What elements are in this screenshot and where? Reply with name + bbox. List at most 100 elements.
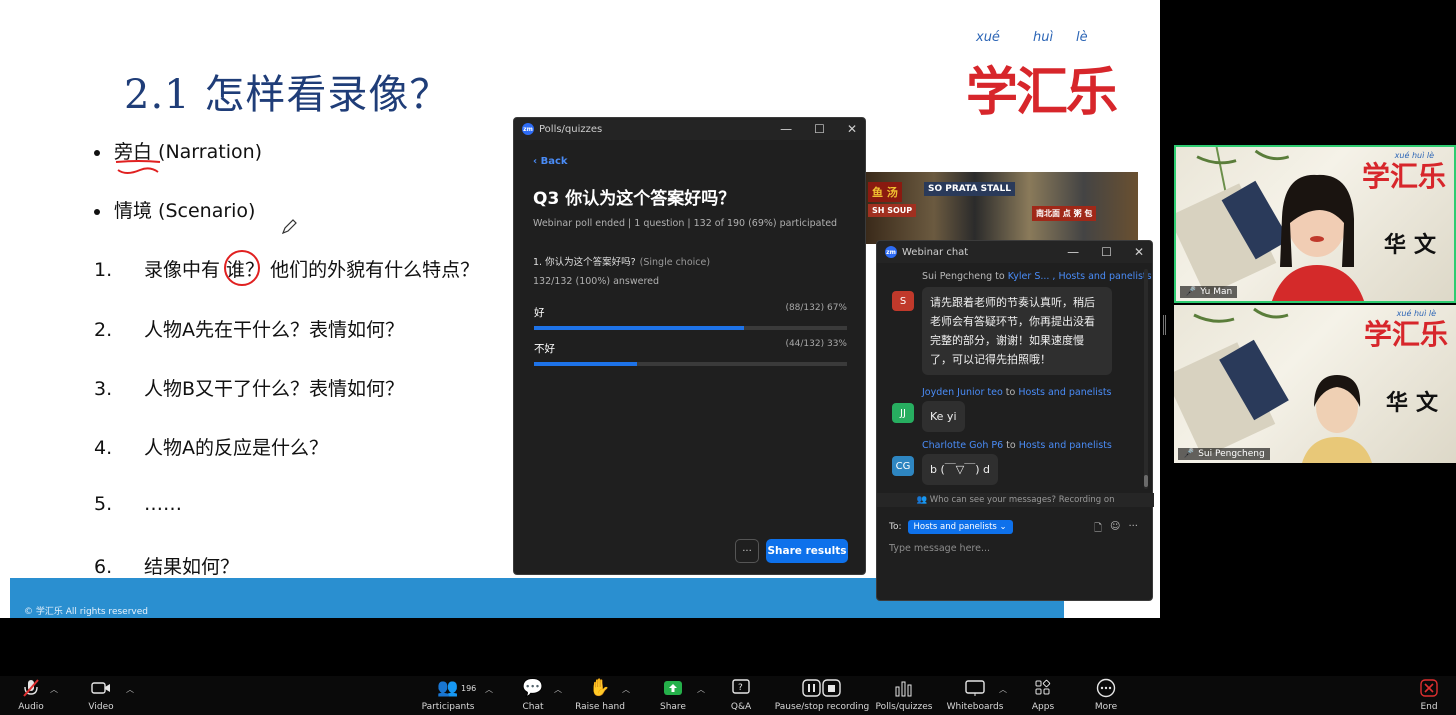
message-bubble: Ke yi — [922, 401, 965, 432]
video-tile-yu-man[interactable]: xué huì lè 学汇乐 华文 🎤 Yu Man — [1174, 145, 1456, 303]
to-word: to — [1006, 440, 1016, 451]
polls-quizzes-window: zm Polls/quizzes — ☐ ✕ ‹ Back Q3 你认为这个答案… — [513, 117, 866, 575]
file-icon[interactable]: 🗋 — [1094, 521, 1102, 538]
qa-button[interactable]: ? Q&A — [726, 676, 756, 715]
option-bar-track — [534, 326, 847, 330]
mic-muted-icon: 🎤 — [1183, 449, 1195, 459]
recording-controls-icon — [802, 676, 842, 700]
share-button[interactable]: Share — [658, 676, 688, 715]
tile-banner: 华文 — [1383, 232, 1444, 258]
bullet-scenario: 情境 (Scenario) — [94, 196, 255, 223]
mic-on-icon: 🎤 — [1185, 287, 1197, 297]
toolbar-label: Chat — [522, 702, 544, 712]
poll-meta: Webinar poll ended | 1 question | 132 of… — [533, 218, 838, 229]
apps-icon — [1034, 676, 1052, 700]
slide-item-4: 4. 人物A的反应是什么？ — [94, 433, 328, 460]
item-text: 人物A先在干什么？表情如何？ — [144, 319, 404, 341]
toolbar-label: Share — [660, 702, 686, 712]
slide-item-1: 1. 录像中有 谁？ 他们的外貌有什么特点？ — [94, 255, 504, 282]
message-header: Sui Pengcheng to Kyler S... , Hosts and … — [922, 271, 1152, 282]
slide-title: 2.1 怎样看录像？ — [124, 72, 451, 118]
option-label: 好 — [534, 307, 545, 319]
sender-name: Charlotte Goh P6 — [922, 440, 1004, 451]
toolbar-label: Whiteboards — [946, 702, 1004, 712]
people-icon: 👥 — [916, 495, 930, 505]
apps-button[interactable]: Apps — [1028, 676, 1058, 715]
polls-titlebar: zm Polls/quizzes — ☐ ✕ — [514, 118, 865, 140]
svg-text:?: ? — [738, 683, 743, 693]
chat-scrollbar[interactable] — [1144, 269, 1148, 489]
recipient-dropdown[interactable]: Hosts and panelists ⌄ — [907, 520, 1013, 534]
option-bar-fill — [534, 326, 744, 330]
poll-title: Q3 你认为这个答案好吗？ — [533, 189, 736, 209]
end-button[interactable]: End — [1414, 676, 1444, 715]
whiteboard-icon — [965, 676, 985, 700]
presenter-video — [1272, 174, 1364, 301]
whiteboards-button[interactable]: Whiteboards — [947, 676, 1003, 715]
item-text: 录像中有 谁？ 他们的外貌有什么特点？ — [144, 259, 480, 281]
audio-button[interactable]: Audio — [14, 676, 48, 715]
more-dots-icon — [1096, 676, 1116, 700]
video-camera-icon — [91, 676, 111, 700]
chevron-left-icon: ‹ — [533, 156, 541, 167]
toolbar-label: More — [1094, 702, 1118, 712]
pause-stop-recording-button[interactable]: Pause/stop recording — [775, 676, 869, 715]
toolbar-label: Audio — [18, 702, 44, 712]
video-button[interactable]: Video — [86, 676, 116, 715]
participants-count: 196 — [461, 684, 477, 693]
toolbar-label: Q&A — [730, 702, 752, 712]
chevron-up-icon[interactable]: ︿ — [50, 684, 58, 695]
chat-window-title: Webinar chat — [902, 246, 969, 258]
message-header: Joyden Junior teo to Hosts and panelists — [922, 387, 1112, 398]
avatar: S — [892, 291, 914, 311]
chevron-up-icon[interactable]: ︿ — [126, 684, 134, 695]
red-underline-annotation — [115, 160, 161, 174]
toolbar-label: Raise hand — [575, 702, 625, 712]
zoom-webinar-window: 2.1 怎样看录像？ xué huì lè 学汇乐 旁白 (Narration)… — [0, 0, 1456, 715]
chevron-up-icon[interactable]: ︿ — [697, 684, 705, 695]
mic-muted-icon — [22, 676, 40, 700]
maximize-icon[interactable]: ☐ — [1101, 245, 1112, 259]
participant-name: Sui Pengcheng — [1198, 449, 1265, 459]
more-options-button[interactable]: ··· — [735, 539, 759, 563]
toolbar-label: Apps — [1031, 702, 1055, 712]
bar-chart-icon — [894, 676, 914, 700]
recording-notice[interactable]: 👥 Who can see your messages? Recording o… — [877, 493, 1154, 507]
chat-message-input[interactable]: Type message here... — [889, 543, 990, 554]
polls-window-title: Polls/quizzes — [539, 123, 603, 135]
item-text: 人物A的反应是什么？ — [144, 437, 328, 459]
item-number: 3. — [94, 378, 113, 400]
hawker-stall-photo: 鱼 汤 SO PRATA STALL SH SOUP 南北面 点 粥 包 — [866, 172, 1138, 244]
close-icon[interactable]: ✕ — [847, 122, 857, 136]
back-label: Back — [540, 156, 568, 167]
chevron-up-icon[interactable]: ︿ — [999, 684, 1007, 695]
chevron-up-icon[interactable]: ︿ — [485, 684, 493, 695]
minimize-icon[interactable]: — — [780, 122, 792, 136]
raise-hand-button[interactable]: ✋ Raise hand — [575, 676, 625, 715]
participants-button[interactable]: 👥 Participants — [422, 676, 475, 715]
polls-quizzes-button[interactable]: Polls/quizzes — [876, 676, 932, 715]
share-results-button[interactable]: Share results — [766, 539, 848, 563]
chat-bubble-icon: 💬 — [522, 678, 544, 698]
more-icon[interactable]: ··· — [1128, 521, 1138, 538]
participant-name: Yu Man — [1200, 287, 1233, 297]
scrollbar-thumb[interactable] — [1144, 475, 1148, 487]
question-text: 1. 你认为这个答案好吗? — [533, 257, 636, 268]
close-icon[interactable]: ✕ — [1134, 245, 1144, 259]
back-button[interactable]: ‹ Back — [533, 156, 568, 167]
resize-grip[interactable] — [1163, 315, 1166, 335]
to-word: to — [1005, 387, 1016, 398]
chat-button[interactable]: 💬 Chat — [518, 676, 548, 715]
slide-item-6: 6. 结果如何？ — [94, 552, 239, 579]
more-button[interactable]: More — [1090, 676, 1122, 715]
chevron-up-icon[interactable]: ︿ — [622, 684, 630, 695]
emoji-icon[interactable]: ☺ — [1110, 521, 1120, 538]
chevron-up-icon[interactable]: ︿ — [554, 684, 562, 695]
poll-question: 1. 你认为这个答案好吗? (Single choice) — [533, 254, 710, 268]
item-number: 1. — [94, 259, 113, 281]
item-text: 结果如何？ — [144, 556, 240, 578]
maximize-icon[interactable]: ☐ — [814, 122, 825, 136]
photo-sign: SH SOUP — [868, 204, 917, 217]
video-tile-sui-pengcheng[interactable]: xué huì lè 学汇乐 华文 🎤 Sui Pengcheng — [1174, 305, 1456, 463]
minimize-icon[interactable]: — — [1067, 245, 1079, 259]
